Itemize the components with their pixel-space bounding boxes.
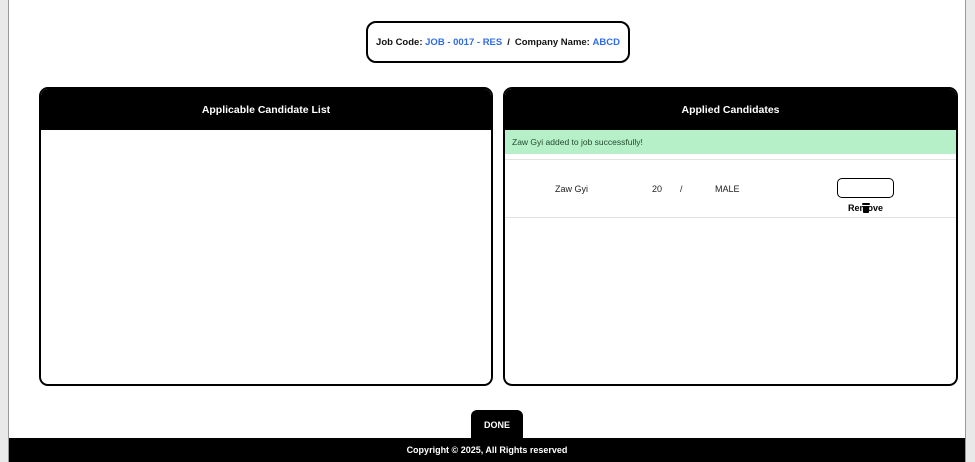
candidate-row: Zaw Gyi 20 / MALE Remove (505, 159, 956, 218)
company-name-label: Company Name: (514, 36, 590, 48)
footer-copyright: Copyright © 2025, All Rights reserved (9, 438, 965, 462)
job-code-label: Job Code: (376, 36, 423, 48)
company-name-value: ABCD (592, 36, 620, 48)
candidate-gender: MALE (715, 184, 740, 194)
applicable-candidate-header: Applicable Candidate List (41, 89, 491, 130)
applied-candidates-panel: Applied Candidates Zaw Gyi added to job … (503, 87, 958, 386)
job-separator: / (507, 36, 510, 48)
applied-candidates-header: Applied Candidates (505, 89, 956, 130)
done-button[interactable]: DONE (471, 410, 523, 440)
success-alert: Zaw Gyi added to job successfully! (505, 130, 956, 154)
applicable-candidate-panel: Applicable Candidate List (39, 87, 493, 386)
remove-button[interactable]: Remove (837, 178, 894, 213)
candidate-age: 20 (652, 184, 663, 194)
remove-button-label: Remove (847, 203, 883, 213)
job-info-box: Job Code: JOB - 0017 - RES / Company Nam… (366, 21, 630, 63)
app-window: Job Code: JOB - 0017 - RES / Company Nam… (8, 0, 966, 462)
candidate-name: Zaw Gyi (555, 184, 589, 194)
candidate-separator: / (680, 184, 683, 194)
job-code-value: JOB - 0017 - RES (425, 36, 503, 48)
